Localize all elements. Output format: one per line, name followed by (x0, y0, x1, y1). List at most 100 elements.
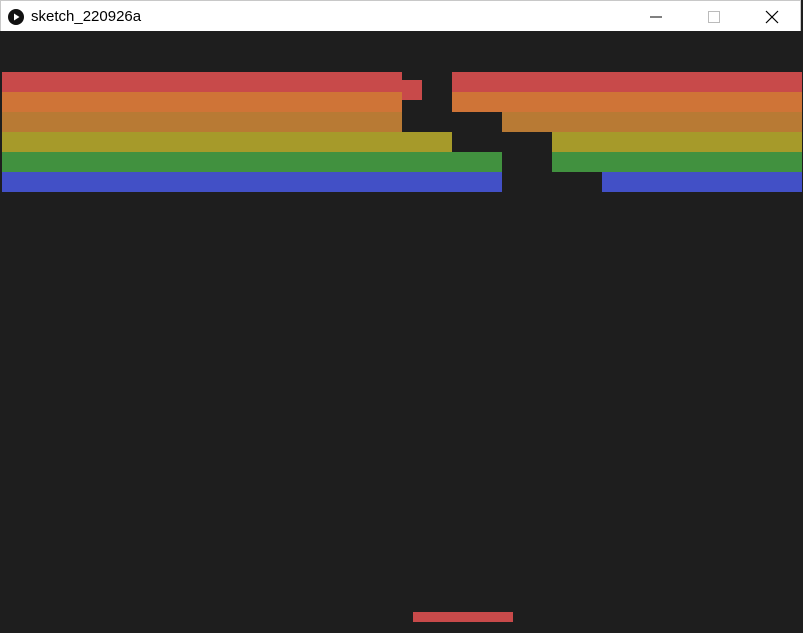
brick (252, 72, 302, 92)
brick (752, 72, 802, 92)
brick (202, 72, 252, 92)
brick (502, 72, 552, 92)
close-button[interactable] (743, 1, 801, 32)
brick (552, 72, 602, 92)
brick (202, 152, 252, 172)
brick (552, 132, 602, 152)
brick (52, 112, 102, 132)
paddle[interactable] (413, 612, 513, 622)
brick (102, 92, 152, 112)
brick (2, 92, 52, 112)
brick (652, 92, 702, 112)
brick (402, 152, 452, 172)
brick (52, 152, 102, 172)
title-bar[interactable]: sketch_220926a (0, 0, 801, 31)
game-window: sketch_220926a (0, 0, 803, 633)
brick (702, 152, 752, 172)
brick (652, 172, 702, 192)
brick (302, 172, 352, 192)
brick (452, 172, 502, 192)
brick (252, 172, 302, 192)
brick (602, 112, 652, 132)
brick (352, 152, 402, 172)
brick (252, 92, 302, 112)
brick (2, 112, 52, 132)
game-canvas[interactable] (2, 32, 802, 632)
brick (102, 132, 152, 152)
brick (702, 92, 752, 112)
brick (202, 112, 252, 132)
brick (752, 172, 802, 192)
brick (202, 172, 252, 192)
brick (52, 132, 102, 152)
brick (452, 92, 502, 112)
brick (202, 132, 252, 152)
minimize-icon (650, 16, 662, 18)
brick (252, 112, 302, 132)
brick (2, 172, 52, 192)
ball (402, 80, 422, 100)
brick (2, 132, 52, 152)
brick (102, 112, 152, 132)
brick (202, 92, 252, 112)
maximize-button[interactable] (685, 1, 743, 32)
brick (452, 72, 502, 92)
brick (302, 72, 352, 92)
brick (602, 152, 652, 172)
brick (102, 72, 152, 92)
brick (2, 152, 52, 172)
brick (152, 92, 202, 112)
brick (302, 92, 352, 112)
window-title: sketch_220926a (31, 8, 142, 25)
brick (302, 132, 352, 152)
brick (552, 92, 602, 112)
brick (352, 132, 402, 152)
brick (602, 172, 652, 192)
brick (602, 72, 652, 92)
close-icon (765, 10, 779, 24)
brick (52, 92, 102, 112)
brick (52, 172, 102, 192)
brick (752, 112, 802, 132)
brick (352, 72, 402, 92)
brick (152, 72, 202, 92)
brick (102, 172, 152, 192)
brick (402, 172, 452, 192)
brick (752, 92, 802, 112)
brick (352, 172, 402, 192)
minimize-button[interactable] (627, 1, 685, 32)
brick (752, 152, 802, 172)
brick (652, 132, 702, 152)
brick (652, 152, 702, 172)
brick (152, 172, 202, 192)
brick (302, 152, 352, 172)
brick (252, 132, 302, 152)
brick (652, 72, 702, 92)
brick (452, 152, 502, 172)
brick (752, 132, 802, 152)
brick (252, 152, 302, 172)
brick (102, 152, 152, 172)
brick (52, 72, 102, 92)
brick (702, 172, 752, 192)
brick (402, 132, 452, 152)
brick (502, 92, 552, 112)
brick (502, 112, 552, 132)
brick (702, 72, 752, 92)
brick (352, 92, 402, 112)
brick (602, 92, 652, 112)
maximize-icon (708, 11, 720, 23)
brick (602, 132, 652, 152)
brick (352, 112, 402, 132)
brick (702, 132, 752, 152)
brick (702, 112, 752, 132)
brick (552, 112, 602, 132)
brick (152, 152, 202, 172)
brick (652, 112, 702, 132)
brick (152, 112, 202, 132)
brick (152, 132, 202, 152)
play-circle-icon (8, 9, 24, 25)
brick (302, 112, 352, 132)
brick (552, 152, 602, 172)
brick (2, 72, 52, 92)
